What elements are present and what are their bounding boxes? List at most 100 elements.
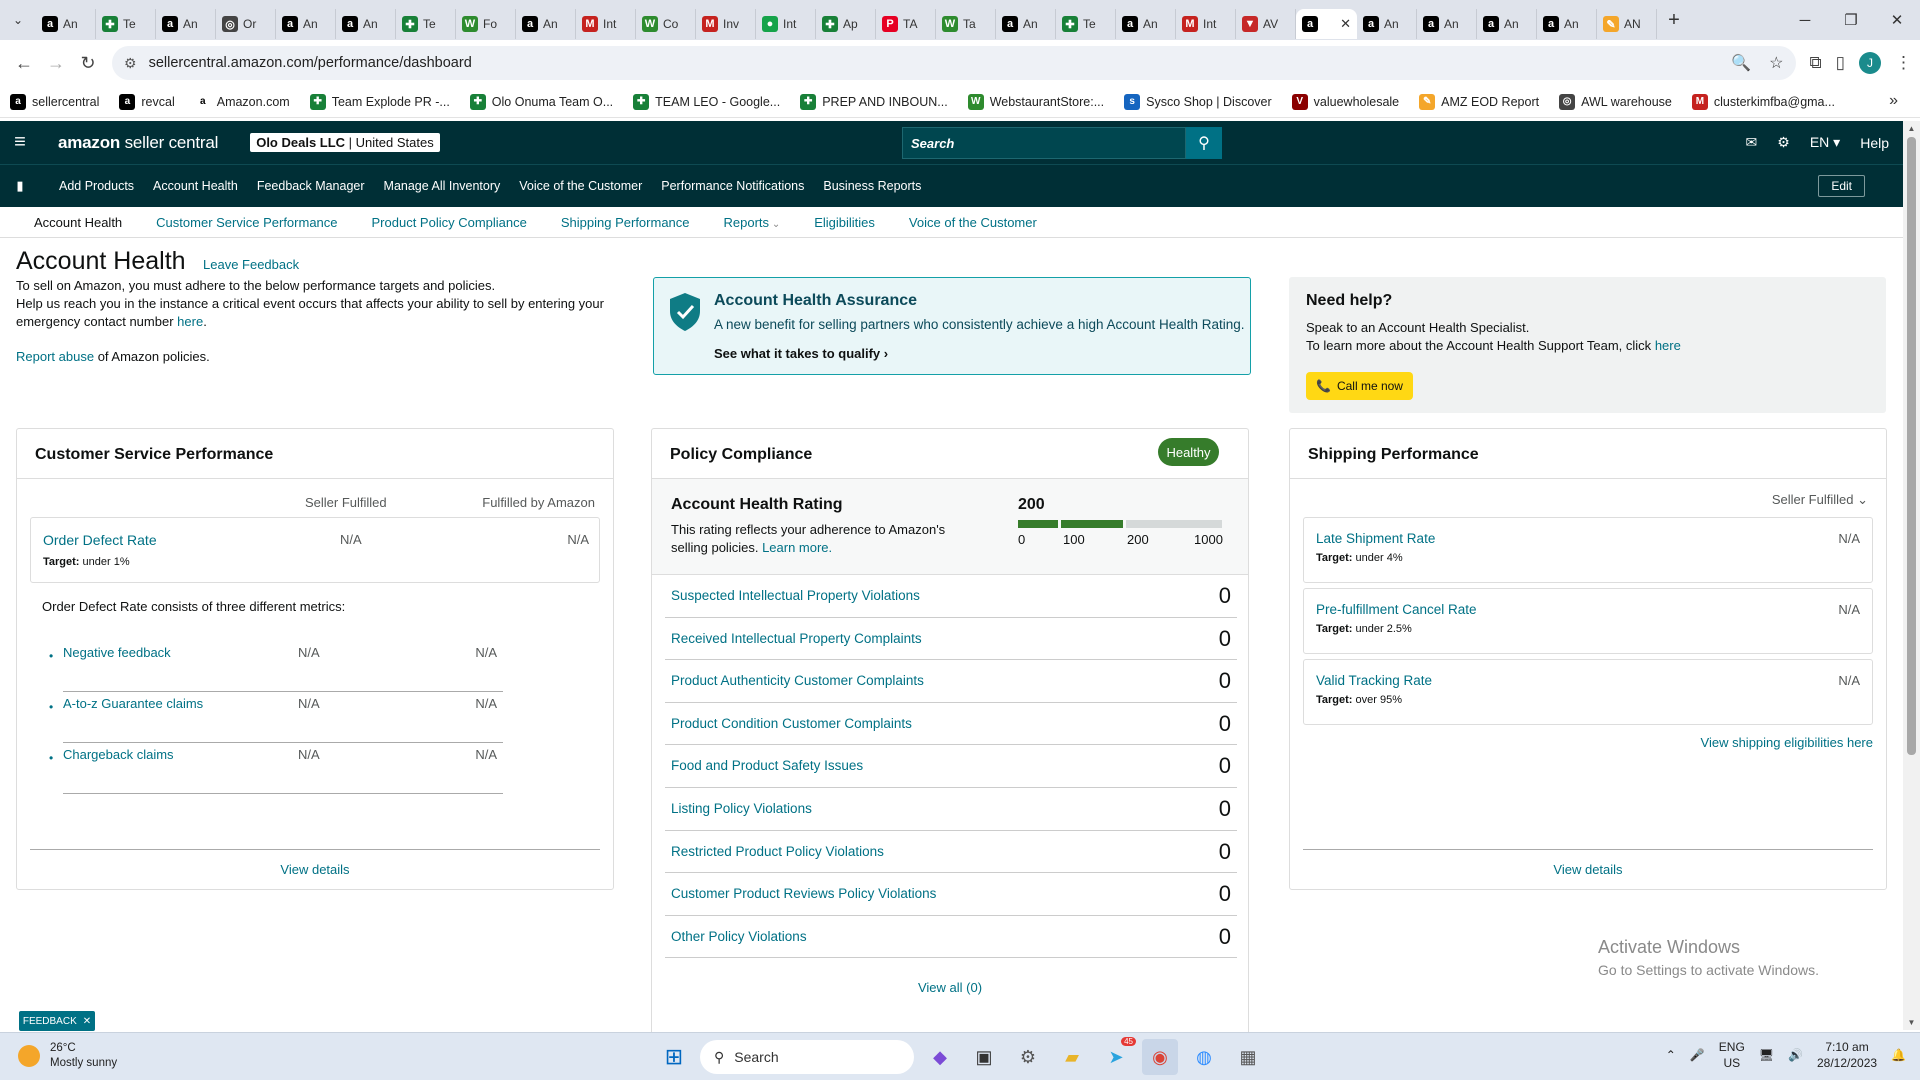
policy-link[interactable]: Suspected Intellectual Property Violatio…: [671, 588, 920, 603]
policy-link[interactable]: Product Condition Customer Complaints: [671, 716, 912, 731]
file-explorer-icon[interactable]: ▰: [1054, 1039, 1090, 1075]
browser-tab[interactable]: M Int: [576, 9, 636, 39]
mail-icon[interactable]: ✉: [1746, 134, 1758, 151]
browser-tab[interactable]: a An: [516, 9, 576, 39]
browser-tab[interactable]: P TA: [876, 9, 936, 39]
menu-kebab-icon[interactable]: ⋮: [1895, 53, 1912, 73]
bookmark-item[interactable]: ✎ AMZ EOD Report: [1419, 93, 1539, 110]
reload-button[interactable]: ↻: [72, 47, 104, 79]
bookmark-item[interactable]: ✚ Team Explode PR -...: [309, 93, 450, 110]
shipping-eligibilities-link[interactable]: View shipping eligibilities here: [1701, 735, 1873, 750]
browser-tab[interactable]: ▼ AV: [1236, 9, 1296, 39]
nav-item[interactable]: Performance Notifications: [661, 179, 804, 193]
volume-icon[interactable]: 🔊: [1788, 1048, 1803, 1062]
policy-link[interactable]: Other Policy Violations: [671, 929, 807, 944]
browser-tab[interactable]: a An: [36, 9, 96, 39]
shipping-metric-link[interactable]: Valid Tracking Rate: [1316, 673, 1432, 688]
browser-tab[interactable]: ✚ Ap: [816, 9, 876, 39]
nav-item[interactable]: Business Reports: [823, 179, 921, 193]
extensions-icon[interactable]: ⧉: [1810, 53, 1822, 73]
bookmark-star-icon[interactable]: ☆: [1769, 53, 1783, 73]
bookmark-item[interactable]: ✚ TEAM LEO - Google...: [633, 93, 780, 110]
bookmark-pin-icon[interactable]: ▮: [0, 178, 40, 194]
call-me-now-button[interactable]: 📞 Call me now: [1306, 372, 1413, 400]
telegram-icon[interactable]: ➤ 45: [1098, 1037, 1136, 1075]
bookmark-item[interactable]: Mclusterkimfba@gma...: [1691, 93, 1835, 110]
subnav-item[interactable]: Shipping Performance: [561, 215, 690, 230]
browser-tab[interactable]: a An: [336, 9, 396, 39]
input-language[interactable]: ENG US: [1719, 1039, 1745, 1071]
browser-tab[interactable]: ◎ Or: [216, 9, 276, 39]
browser-tab[interactable]: a An: [156, 9, 216, 39]
cs-view-details-link[interactable]: View details: [280, 862, 349, 877]
forward-button[interactable]: →: [40, 47, 72, 79]
browser-tab[interactable]: W Fo: [456, 9, 516, 39]
scroll-up-arrow-icon[interactable]: ▲: [1903, 124, 1920, 133]
support-team-link[interactable]: here: [1655, 338, 1681, 353]
metric-link[interactable]: Negative feedback: [63, 645, 171, 660]
subnav-item[interactable]: Account Health: [34, 215, 122, 230]
task-view-icon[interactable]: ▣: [966, 1039, 1002, 1075]
browser-tab[interactable]: a ✕: [1296, 9, 1357, 39]
nav-item[interactable]: Feedback Manager: [257, 179, 365, 193]
new-tab-button[interactable]: +: [1657, 9, 1691, 32]
chrome-icon[interactable]: ◉: [1142, 1039, 1178, 1075]
settings-gear-icon[interactable]: ⚙: [1777, 134, 1790, 151]
browser-tab[interactable]: a An: [1417, 9, 1477, 39]
fulfillment-filter-dropdown[interactable]: Seller Fulfilled ⌄: [1772, 492, 1868, 508]
close-tab-icon[interactable]: ✕: [1340, 16, 1351, 32]
bookmark-item[interactable]: ✚ Olo Onuma Team O...: [469, 93, 613, 110]
feedback-tab[interactable]: FEEDBACK ✕: [19, 1011, 95, 1031]
order-defect-rate-link[interactable]: Order Defect Rate: [43, 532, 157, 548]
browser-tab[interactable]: a An: [1477, 9, 1537, 39]
bookmark-item[interactable]: W WebstaurantStore:...: [967, 93, 1104, 110]
page-scrollbar[interactable]: ▲ ▼: [1903, 121, 1920, 1030]
back-button[interactable]: ←: [8, 47, 40, 79]
browser-tab[interactable]: W Co: [636, 9, 696, 39]
seller-central-logo[interactable]: amazon seller central: [58, 133, 218, 153]
nav-item[interactable]: Account Health: [153, 179, 238, 193]
restore-button[interactable]: ❐: [1828, 0, 1874, 40]
show-hidden-icons-chevron-icon[interactable]: ⌃: [1666, 1048, 1676, 1062]
metric-link[interactable]: A-to-z Guarantee claims: [63, 696, 203, 711]
more-bookmarks-icon[interactable]: »: [1889, 92, 1898, 110]
leave-feedback-link[interactable]: Leave Feedback: [203, 257, 299, 272]
bookmark-item[interactable]: ✚ PREP AND INBOUN...: [800, 93, 948, 110]
browser-tab[interactable]: a An: [1357, 9, 1417, 39]
scroll-down-arrow-icon[interactable]: ▼: [1903, 1018, 1920, 1027]
hamburger-menu-icon[interactable]: ≡: [0, 131, 40, 154]
site-info-icon[interactable]: ⚙: [124, 55, 137, 72]
browser-tab[interactable]: ✎ AN: [1597, 9, 1657, 39]
close-window-button[interactable]: ✕: [1874, 0, 1920, 40]
browser-tab[interactable]: ✚ Te: [1056, 9, 1116, 39]
browser-tab[interactable]: M Int: [1176, 9, 1236, 39]
side-panel-icon[interactable]: ▯: [1836, 53, 1845, 73]
subnav-item[interactable]: Reports ⌄: [724, 215, 781, 230]
bookmark-item[interactable]: a revcal: [119, 93, 175, 110]
minimize-button[interactable]: ─: [1782, 0, 1828, 40]
subnav-item[interactable]: Voice of the Customer: [909, 215, 1037, 230]
browser-tab[interactable]: W Ta: [936, 9, 996, 39]
settings-icon[interactable]: ⚙: [1010, 1039, 1046, 1075]
browser-tab[interactable]: M Inv: [696, 9, 756, 39]
browser-tab[interactable]: a An: [996, 9, 1056, 39]
zoom-app-icon[interactable]: ◍: [1186, 1039, 1222, 1075]
close-icon[interactable]: ✕: [83, 1016, 91, 1027]
weather-widget[interactable]: 26°C Mostly sunny: [18, 1041, 117, 1071]
shipping-metric-link[interactable]: Pre-fulfillment Cancel Rate: [1316, 602, 1477, 617]
system-clock[interactable]: 7:10 am 28/12/2023: [1817, 1039, 1877, 1071]
scrollbar-thumb[interactable]: [1907, 137, 1916, 755]
search-button[interactable]: ⚲: [1186, 127, 1222, 159]
help-link[interactable]: Help: [1860, 135, 1889, 151]
copilot-icon[interactable]: ◆: [922, 1039, 958, 1075]
windows-start-icon[interactable]: ⊞: [656, 1039, 692, 1075]
edit-nav-button[interactable]: Edit: [1818, 175, 1865, 197]
subnav-item[interactable]: Customer Service Performance: [156, 215, 337, 230]
report-abuse-link[interactable]: Report abuse: [16, 349, 94, 364]
sp-view-details-link[interactable]: View details: [1553, 862, 1622, 877]
policy-link[interactable]: Customer Product Reviews Policy Violatio…: [671, 886, 936, 901]
bookmark-item[interactable]: Vvaluewholesale: [1291, 93, 1399, 110]
notification-bell-icon[interactable]: 🔔: [1891, 1048, 1906, 1062]
calculator-icon[interactable]: ▦: [1230, 1039, 1266, 1075]
policy-link[interactable]: Listing Policy Violations: [671, 801, 812, 816]
